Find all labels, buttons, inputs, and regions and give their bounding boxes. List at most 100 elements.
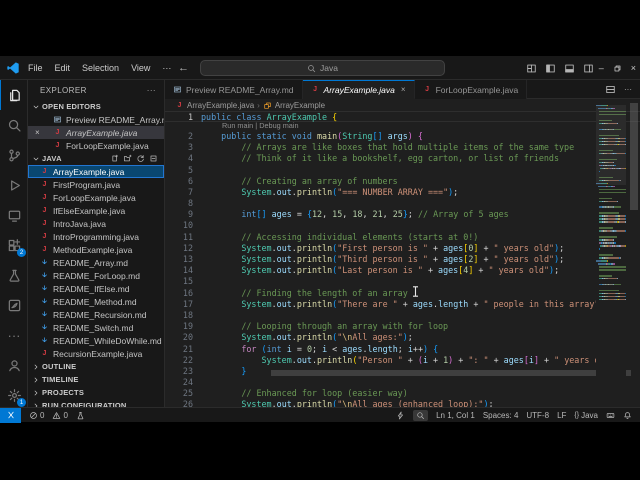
- activity-account-icon[interactable]: [0, 350, 28, 380]
- status-magnifier-icon[interactable]: [413, 409, 429, 421]
- folder-java-header[interactable]: JAVA: [28, 152, 164, 165]
- code-line: 18: [165, 310, 640, 321]
- status-beaker-icon[interactable]: [76, 411, 85, 420]
- tab-forloopexample-java[interactable]: J ForLoopExample.java: [414, 80, 528, 99]
- line-number: 19: [182, 321, 193, 332]
- status-lf[interactable]: LF: [557, 411, 566, 420]
- breadcrumb-item[interactable]: ArrayExample: [263, 101, 325, 110]
- vertical-scrollbar[interactable]: [630, 103, 638, 398]
- line-text: System.out.println("First person is " + …: [241, 242, 565, 253]
- section-timeline-label: TIMELINE: [42, 375, 79, 384]
- menu-file[interactable]: File: [22, 60, 49, 76]
- menu-[interactable]: ···: [156, 60, 177, 76]
- restore-icon[interactable]: [613, 64, 622, 73]
- remote-indicator[interactable]: [0, 407, 21, 423]
- file-item[interactable]: J IntroProgramming.java: [28, 230, 164, 243]
- code-lens-link[interactable]: Run main: [222, 121, 253, 130]
- file-item[interactable]: J ForLoopExample.java: [28, 191, 164, 204]
- letterbox-bottom: [0, 422, 640, 480]
- markdown-file-icon: [40, 323, 49, 332]
- file-item[interactable]: J ArrayExample.java: [28, 165, 164, 178]
- status-ln-1-col-1[interactable]: Ln 1, Col 1: [436, 411, 475, 420]
- file-item[interactable]: README_ForLoop.md: [28, 269, 164, 282]
- tab-preview-readme-array-md[interactable]: Preview README_Array.md: [165, 80, 303, 99]
- code-lens: Run main | Debug main: [222, 121, 299, 131]
- search-icon: [307, 64, 316, 73]
- collapse-all-icon[interactable]: [149, 154, 158, 163]
- section-timeline[interactable]: TIMELINE: [28, 373, 164, 386]
- tab-close-icon[interactable]: ×: [401, 85, 406, 94]
- back-icon[interactable]: ←: [178, 62, 189, 74]
- toggle-secondary-sidebar-icon[interactable]: [583, 63, 594, 74]
- activity-extensions-icon[interactable]: 2: [0, 230, 28, 260]
- open-editors-header[interactable]: OPEN EDITORS: [28, 100, 164, 113]
- activity-files-icon[interactable]: [0, 80, 28, 110]
- menu-selection[interactable]: Selection: [76, 60, 125, 76]
- activity-custom-extension-icon[interactable]: [0, 290, 28, 320]
- command-center-search[interactable]: Java: [200, 60, 445, 76]
- file-item[interactable]: README_IfElse.md: [28, 282, 164, 295]
- menu-view[interactable]: View: [125, 60, 156, 76]
- file-item[interactable]: J RecursionExample.java: [28, 347, 164, 360]
- code-lens-link[interactable]: Debug main: [259, 121, 298, 130]
- open-editor-item[interactable]: Preview README_Array.md: [28, 113, 164, 126]
- status-braces-icon[interactable]: {} Java: [574, 411, 598, 420]
- status-keyboard-icon[interactable]: [606, 411, 615, 420]
- activity-run-debug-icon[interactable]: [0, 170, 28, 200]
- customize-layout-icon[interactable]: [526, 63, 537, 74]
- activity-testing-icon[interactable]: [0, 260, 28, 290]
- horizontal-scrollbar[interactable]: [201, 370, 631, 376]
- close-icon[interactable]: ×: [35, 128, 40, 137]
- file-item[interactable]: J IfElseExample.java: [28, 204, 164, 217]
- status-spaces-4[interactable]: Spaces: 4: [483, 411, 519, 420]
- file-item[interactable]: README_WhileDoWhile.md: [28, 334, 164, 347]
- vscode-logo-icon: [6, 61, 20, 75]
- minimize-icon[interactable]: –: [599, 63, 604, 73]
- line-number: 1: [187, 112, 193, 122]
- minimap-viewport[interactable]: [596, 105, 626, 185]
- file-item[interactable]: J FirstProgram.java: [28, 178, 164, 191]
- split-editor-icon[interactable]: [605, 84, 616, 95]
- close-icon[interactable]: ×: [631, 63, 636, 73]
- section-run-configuration[interactable]: RUN CONFIGURATION: [28, 399, 164, 407]
- activity-source-control-icon[interactable]: [0, 140, 28, 170]
- line-text: // Enhanced for loop (easier way): [241, 388, 408, 399]
- explorer-more-icon[interactable]: ···: [147, 86, 156, 95]
- code-line: 8: [165, 198, 640, 209]
- open-editor-item[interactable]: J ForLoopExample.java: [28, 139, 164, 152]
- tab-arrayexample-java[interactable]: J ArrayExample.java ×: [302, 80, 415, 99]
- menu-edit[interactable]: Edit: [49, 60, 77, 76]
- chevron-down-icon: [32, 103, 40, 111]
- status-utf-8[interactable]: UTF-8: [526, 411, 549, 420]
- new-file-icon[interactable]: [110, 154, 119, 163]
- status-warnings-icon[interactable]: 0: [52, 411, 68, 420]
- status-bell-icon[interactable]: [623, 411, 632, 420]
- section-projects[interactable]: PROJECTS: [28, 386, 164, 399]
- activity-remote-explorer-icon[interactable]: [0, 200, 28, 230]
- activity-more-icon[interactable]: ···: [0, 320, 28, 350]
- file-item[interactable]: J MethodExample.java: [28, 243, 164, 256]
- file-item[interactable]: README_Recursion.md: [28, 308, 164, 321]
- screen: FileEditSelectionView··· ← → Java –× 2··…: [0, 0, 640, 480]
- status-text: Ln 1, Col 1: [436, 410, 475, 420]
- status-lightning-icon[interactable]: [396, 411, 405, 420]
- file-item[interactable]: README_Switch.md: [28, 321, 164, 334]
- new-folder-icon[interactable]: [123, 154, 132, 163]
- file-item[interactable]: J IntroJava.java: [28, 217, 164, 230]
- open-editor-item[interactable]: × J ArrayExample.java: [28, 126, 164, 139]
- markdown-file-icon: [40, 310, 49, 319]
- line-text: System.out.println("=== NUMBER ARRAY ===…: [241, 186, 459, 197]
- activity-search-icon[interactable]: [0, 110, 28, 140]
- breadcrumb-item[interactable]: J ArrayExample.java: [175, 101, 255, 110]
- refresh-icon[interactable]: [136, 154, 145, 163]
- activity-settings-gear-icon[interactable]: 1: [0, 380, 28, 410]
- more-icon[interactable]: ···: [624, 85, 632, 94]
- toggle-sidebar-icon[interactable]: [545, 63, 556, 74]
- markdown-preview-icon: [173, 85, 182, 94]
- file-item[interactable]: README_Array.md: [28, 256, 164, 269]
- status-errors-icon[interactable]: 0: [29, 411, 44, 420]
- file-item[interactable]: README_Method.md: [28, 295, 164, 308]
- toggle-panel-icon[interactable]: [564, 63, 575, 74]
- chevron-right-icon: [32, 363, 40, 371]
- section-outline[interactable]: OUTLINE: [28, 360, 164, 373]
